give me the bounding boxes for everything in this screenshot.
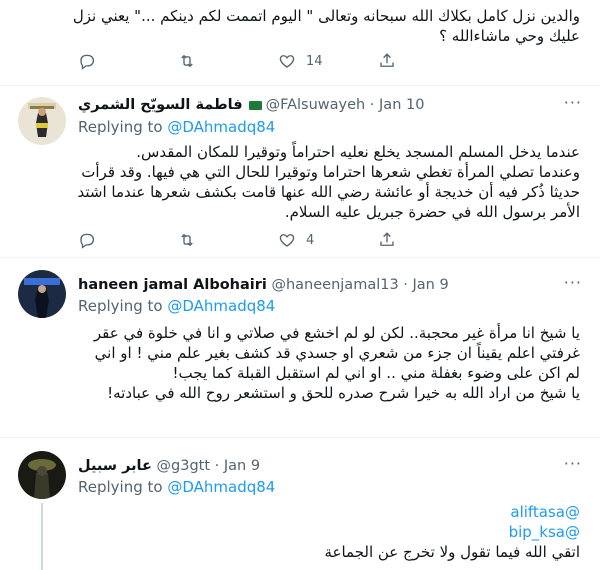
tweet-2[interactable]: haneen jamal Albohairi @haneenjamal13 · …: [0, 257, 600, 438]
avatar[interactable]: [18, 97, 66, 145]
avatar-image: [18, 97, 66, 145]
tweet-3-text: @aliftasa @bip_ksa اتقي الله فيما تقول و…: [78, 502, 580, 562]
mention-link[interactable]: @aliftasa: [78, 502, 580, 522]
avatar[interactable]: [18, 270, 66, 318]
share-button[interactable]: [378, 52, 396, 70]
share-button[interactable]: [378, 231, 396, 249]
share-icon: [380, 53, 394, 67]
display-name[interactable]: عابر سبيل: [78, 458, 152, 474]
tweet-0-actions: 14: [78, 52, 408, 72]
avatar-image: [18, 451, 66, 499]
separator-dot: ·: [365, 97, 380, 113]
tweet-1-text: عندما يدخل المسلم المسجد يخلع نعليه احتر…: [77, 143, 580, 221]
like-button[interactable]: 4: [278, 231, 314, 249]
reply-button[interactable]: [78, 231, 96, 249]
like-icon: [279, 55, 295, 68]
like-count: 4: [306, 232, 315, 248]
separator-dot: ·: [210, 458, 224, 474]
tweet-date[interactable]: Jan 9: [224, 458, 260, 474]
retweet-button[interactable]: [178, 231, 196, 249]
separator-dot: ·: [398, 277, 413, 293]
replying-to: Replying to @DAhmadq84: [78, 478, 276, 496]
handle[interactable]: @g3gtt: [157, 458, 211, 474]
display-name[interactable]: haneen jamal Albohairi: [78, 277, 267, 293]
replying-to: Replying to @DAhmadq84: [78, 297, 276, 315]
replying-handle-link[interactable]: @DAhmadq84: [167, 118, 275, 136]
tweet-3-header: عابر سبيل @g3gtt · Jan 9: [78, 456, 586, 476]
more-icon[interactable]: ···: [564, 454, 582, 473]
mention-link[interactable]: @bip_ksa: [78, 522, 580, 542]
handle[interactable]: @FAlsuwayeh: [266, 97, 366, 113]
tweet-3[interactable]: عابر سبيل @g3gtt · Jan 9 ··· Replying to…: [0, 437, 600, 570]
retweet-button[interactable]: [178, 52, 196, 70]
reply-icon: [80, 54, 95, 70]
display-name[interactable]: فاطمة السويّح الشمري: [78, 97, 243, 113]
tweet-1[interactable]: فاطمة السويّح الشمري @FAlsuwayeh · Jan 1…: [0, 85, 600, 258]
tweet-0[interactable]: والدين نزل كامل بكلاك الله سبحانه وتعالى…: [0, 0, 600, 86]
reply-button[interactable]: [78, 52, 96, 70]
thread-line: [41, 503, 43, 570]
saudi-flag-icon: [248, 100, 262, 110]
tweet-1-header: فاطمة السويّح الشمري @FAlsuwayeh · Jan 1…: [78, 95, 586, 115]
avatar-image: [18, 270, 66, 318]
retweet-icon: [181, 54, 193, 68]
avatar[interactable]: [18, 451, 66, 499]
reply-icon: [80, 233, 95, 249]
like-count: 14: [306, 53, 323, 69]
replying-handle-link[interactable]: @DAhmadq84: [167, 297, 275, 315]
handle[interactable]: @haneenjamal13: [271, 277, 398, 293]
replying-to: Replying to @DAhmadq84: [78, 118, 276, 136]
retweet-icon: [181, 233, 193, 247]
more-icon[interactable]: ···: [564, 93, 582, 112]
tweet-date[interactable]: Jan 10: [379, 97, 424, 113]
tweet-date[interactable]: Jan 9: [413, 277, 449, 293]
like-icon: [279, 234, 295, 247]
replying-handle-link[interactable]: @DAhmadq84: [167, 478, 275, 496]
tweet-2-text: يا شيخ انا مرأة غير محجبة.. لكن لو لم اخ…: [93, 324, 580, 402]
tweet-0-text: والدين نزل كامل بكلاك الله سبحانه وتعالى…: [72, 7, 580, 45]
tweet-1-actions: 4: [78, 231, 408, 251]
like-button[interactable]: 14: [278, 52, 323, 70]
tweet-2-header: haneen jamal Albohairi @haneenjamal13 · …: [78, 275, 586, 295]
more-icon[interactable]: ···: [564, 273, 582, 292]
share-icon: [380, 232, 394, 246]
